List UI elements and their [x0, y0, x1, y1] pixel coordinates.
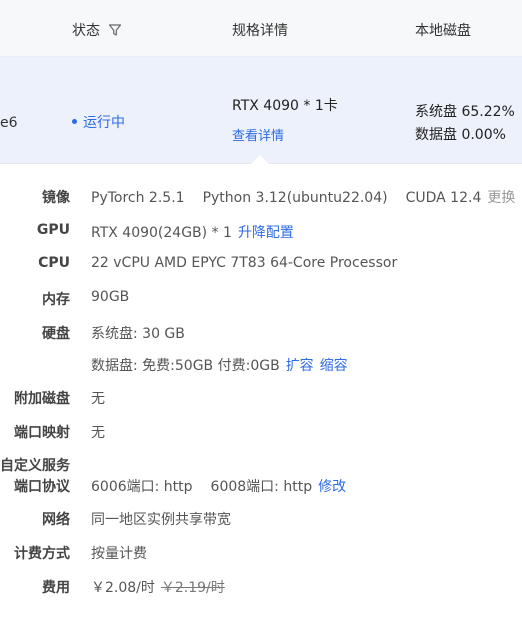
upgrade-config-link[interactable]: 升降配置 [238, 225, 294, 241]
status-text: 运行中 [83, 115, 125, 131]
status-column-header: 状态 [72, 20, 122, 40]
custom-service-label: 自定义服务 [0, 458, 70, 474]
instance-id: e6 [0, 115, 18, 131]
extra-disk-label: 附加磁盘 [14, 391, 70, 407]
memory-label: 内存 [42, 292, 70, 308]
image-pytorch: PyTorch 2.5.1 [91, 190, 185, 206]
status-dot-icon [72, 119, 77, 124]
port-6008: 6008端口: http [210, 479, 313, 495]
data-disk-row: 数据盘: 免费:50GB 付费:0GB 扩容 缩容 [91, 355, 348, 375]
port-protocol-value: 6006端口: http 6008端口: http 修改 [91, 476, 346, 496]
current-price: ￥2.08/时 [91, 580, 155, 596]
status-badge: 运行中 [72, 112, 125, 132]
table-header: 状态 规格详情 本地磁盘 [0, 0, 522, 57]
fee-value: ￥2.08/时 ￥2.19/时 [91, 577, 225, 597]
network-value: 同一地区实例共享带宽 [91, 512, 231, 528]
memory-value: 90GB [91, 289, 130, 305]
disk-column-header: 本地磁盘 [415, 23, 471, 39]
port-mapping-label: 端口映射 [14, 425, 70, 441]
system-disk-size: 系统盘: 30 GB [91, 326, 185, 342]
popover-caret [251, 155, 269, 164]
system-disk-usage: 系统盘 65.22% [415, 104, 515, 120]
fee-label: 费用 [42, 580, 70, 596]
cpu-value: 22 vCPU AMD EPYC 7T83 64-Core Processor [91, 255, 398, 271]
network-label: 网络 [42, 512, 70, 528]
status-column-label: 状态 [72, 23, 100, 39]
view-detail-link[interactable]: 查看详情 [232, 125, 284, 144]
port-mapping-value: 无 [91, 425, 105, 441]
image-label: 镜像 [42, 190, 70, 206]
shrink-disk-link[interactable]: 缩容 [320, 358, 348, 374]
data-disk-usage: 数据盘 0.00% [415, 127, 506, 143]
filter-icon[interactable] [108, 23, 122, 37]
image-value: PyTorch 2.5.1 Python 3.12(ubuntu22.04) CUD… [91, 187, 515, 207]
expand-disk-link[interactable]: 扩容 [286, 358, 314, 374]
billing-value: 按量计费 [91, 546, 147, 562]
disk-label: 硬盘 [42, 326, 70, 342]
gpu-value: RTX 4090(24GB) * 1 [91, 225, 232, 241]
cpu-label: CPU [38, 255, 70, 271]
data-disk-size: 数据盘: 免费:50GB 付费:0GB [91, 358, 280, 374]
gpu-value-row: RTX 4090(24GB) * 1 升降配置 [91, 222, 294, 242]
modify-port-link[interactable]: 修改 [318, 479, 346, 495]
billing-label: 计费方式 [14, 546, 70, 562]
image-cuda: CUDA 12.4 [405, 190, 482, 206]
spec-summary: RTX 4090 * 1卡 [232, 98, 338, 114]
extra-disk-value: 无 [91, 391, 105, 407]
gpu-label: GPU [36, 222, 70, 238]
original-price: ￥2.19/时 [160, 580, 225, 596]
port-protocol-label: 端口协议 [14, 479, 70, 495]
image-python: Python 3.12(ubuntu22.04) [202, 190, 388, 206]
spec-column-header: 规格详情 [232, 23, 288, 39]
change-image-link[interactable]: 更换 [487, 190, 515, 206]
table-row: e6 运行中 RTX 4090 * 1卡 查看详情 系统盘 65.22% 数据盘… [0, 57, 522, 164]
detail-popover: 镜像 PyTorch 2.5.1 Python 3.12(ubuntu22.04)… [0, 164, 522, 618]
port-6006: 6006端口: http [91, 479, 193, 495]
